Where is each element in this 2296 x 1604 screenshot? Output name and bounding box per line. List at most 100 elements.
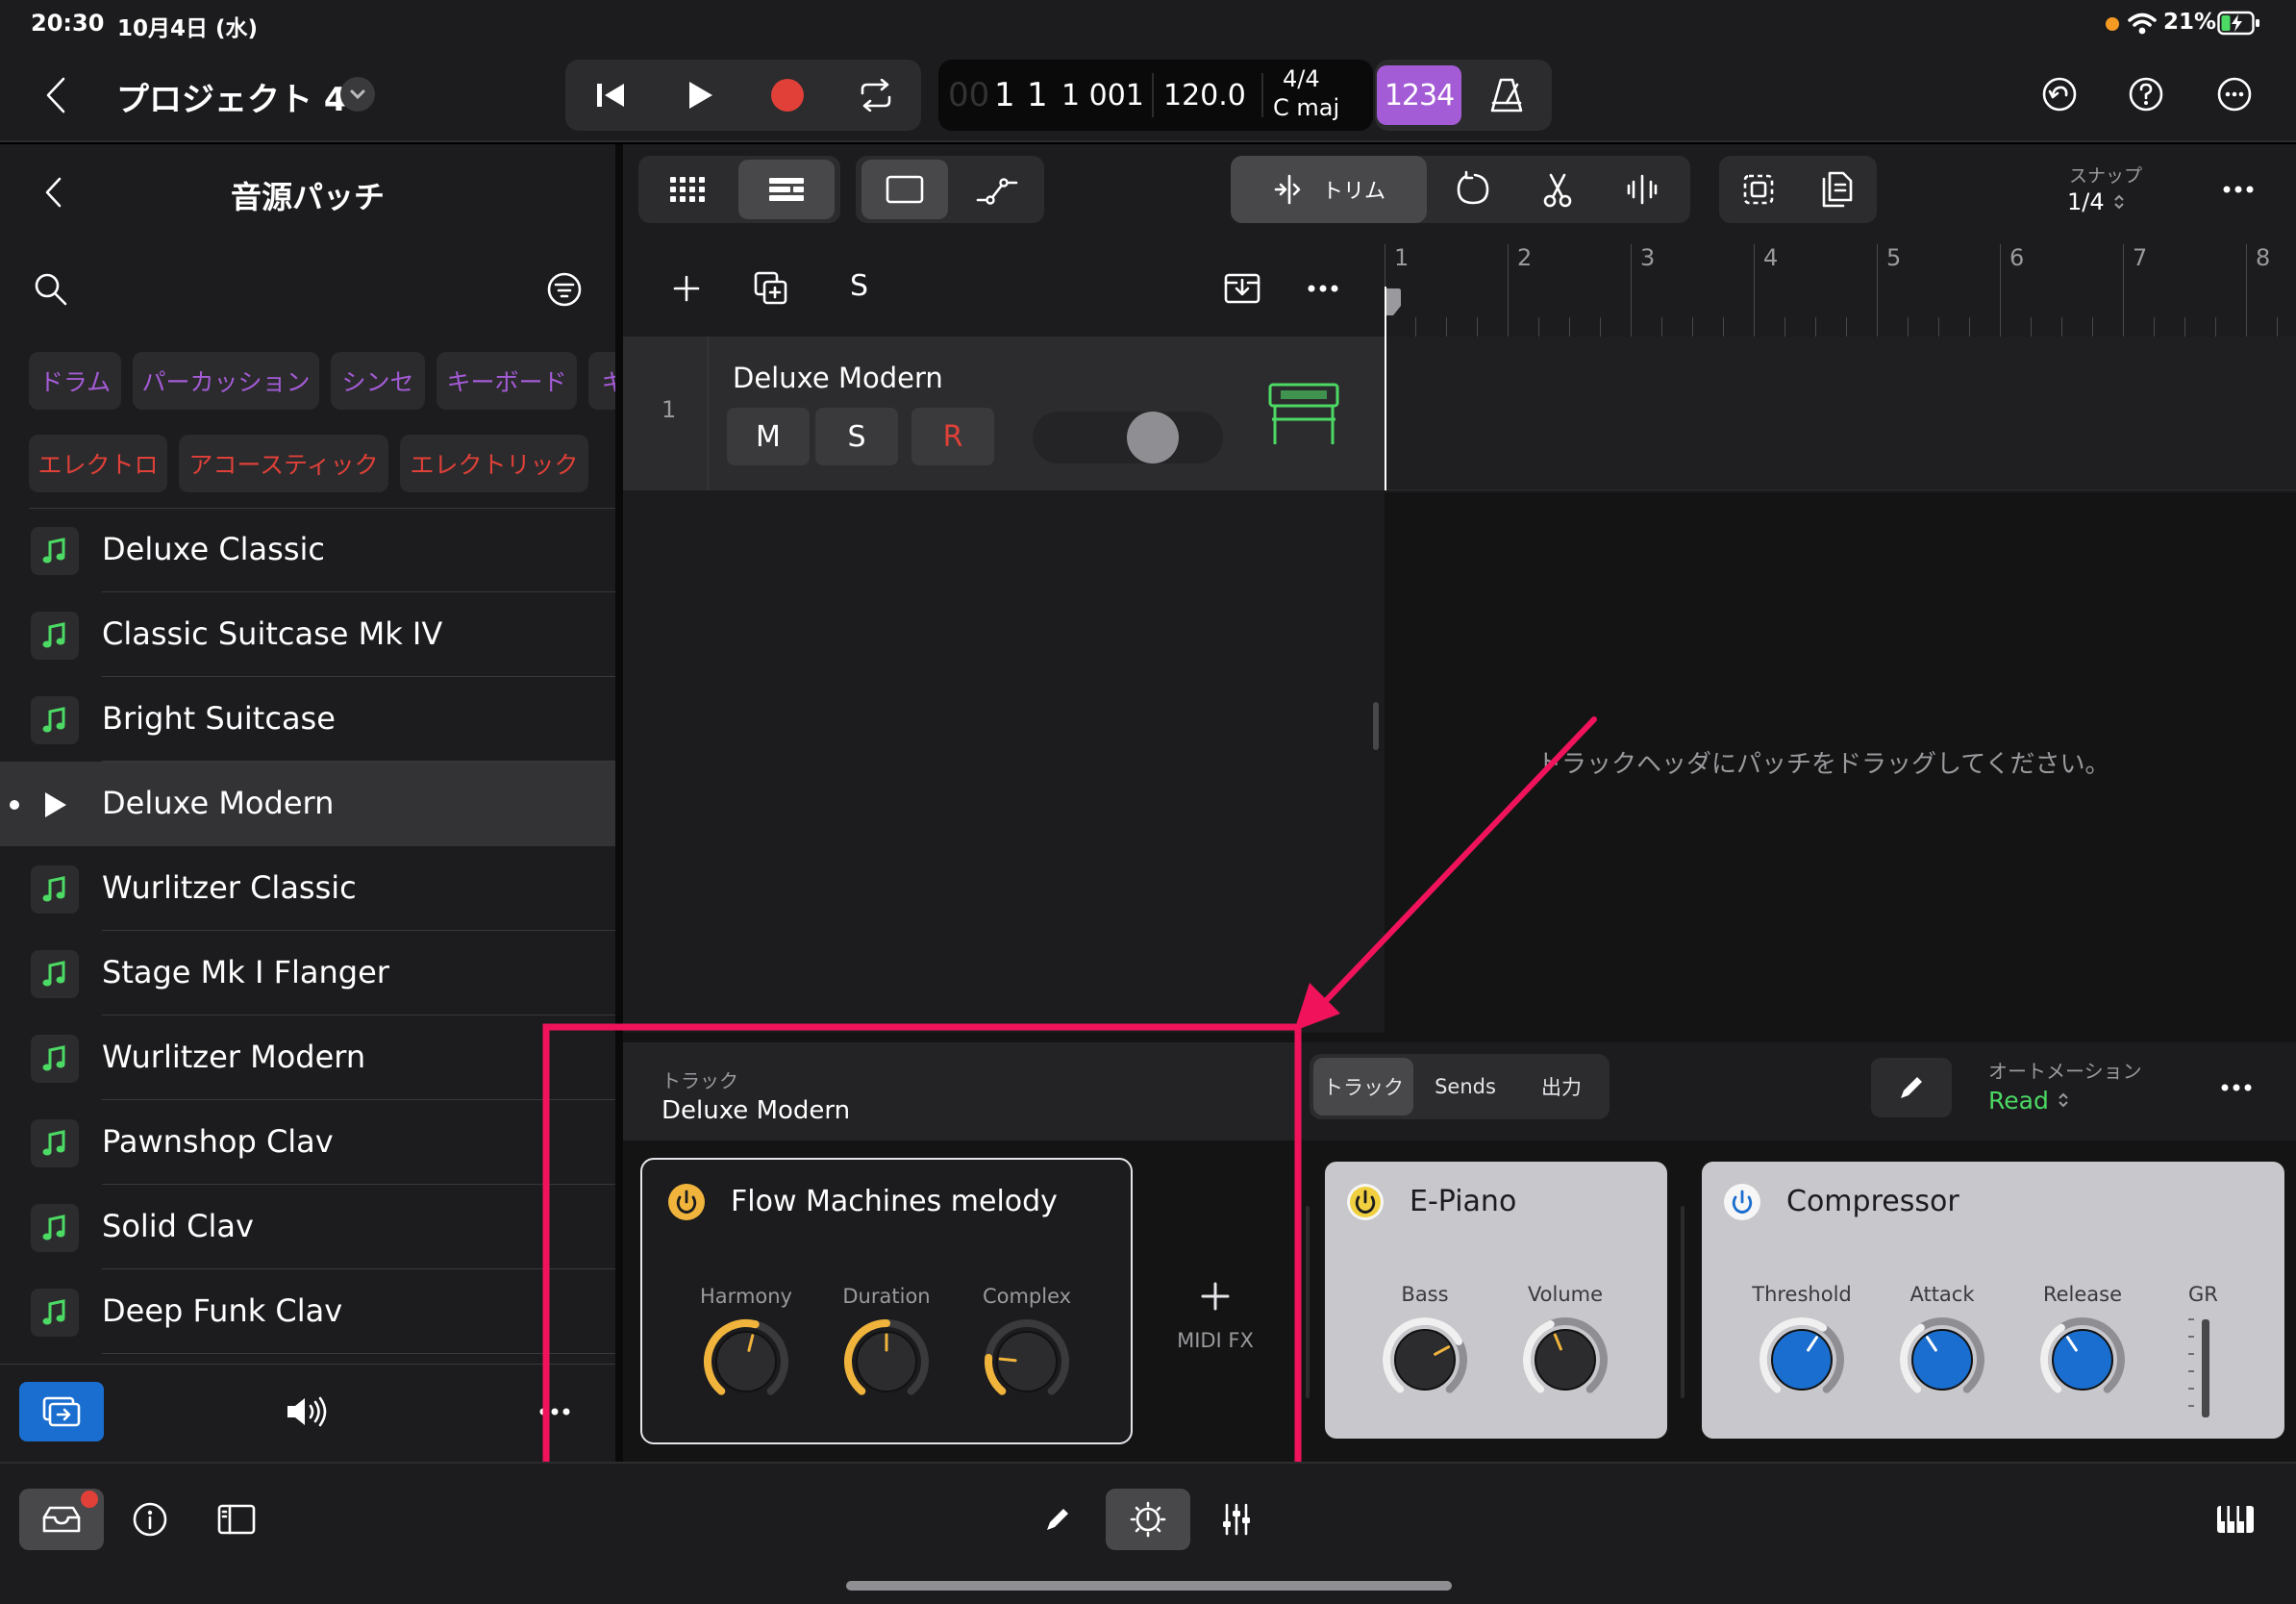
keyboard-button[interactable] [2202,1489,2269,1550]
category-chip-keyboard[interactable]: キーボード [437,352,577,410]
search-icon[interactable] [33,271,69,308]
region-select-button[interactable] [861,160,948,219]
play-preview-icon[interactable] [31,781,79,829]
ruler-beat-tick [1569,317,1570,337]
join-tool-button[interactable] [1604,160,1681,219]
category-chip-synth[interactable]: シンセ [331,352,425,410]
power-icon[interactable] [1346,1183,1385,1221]
loop-tool-button[interactable] [1435,160,1511,219]
music-note-icon [31,696,79,744]
patch-row-selected[interactable]: Deluxe Modern [0,762,615,846]
lcd-position-bar: 1 [994,76,1015,114]
import-button[interactable] [1213,260,1271,317]
replace-patch-button[interactable] [19,1382,104,1441]
record-dot-icon [771,79,804,112]
threshold-knob[interactable] [1758,1316,1846,1404]
browser-toggle-button[interactable] [206,1489,267,1550]
live-loops-grid-button[interactable] [646,160,729,219]
count-in-button[interactable]: 1234 [1377,65,1461,125]
play-button[interactable] [668,63,732,127]
copy-paste-button[interactable] [1804,160,1871,219]
add-midi-fx-button[interactable]: MIDI FX [1161,1264,1269,1369]
record-enable-button[interactable]: R [911,408,994,465]
cycle-button[interactable] [844,63,908,127]
filter-icon[interactable] [546,271,583,308]
ruler-beat-tick [1477,317,1478,337]
track-list-scroller[interactable] [1373,702,1379,750]
flow-machines-plugin[interactable]: Flow Machines melody Harmony Duration Co… [640,1158,1133,1444]
undo-history-button[interactable] [2029,63,2090,125]
track-lane[interactable] [1385,337,2296,490]
trim-tool-button[interactable]: トリム [1231,156,1427,223]
solo-button[interactable]: S [815,408,898,465]
power-icon[interactable] [1723,1183,1761,1221]
playhead-marker-icon[interactable] [1385,287,1402,325]
harmony-knob[interactable] [702,1317,790,1406]
compressor-plugin[interactable]: Compressor Threshold Attack Release GR [1702,1162,2284,1439]
metronome-button[interactable] [1477,65,1536,125]
snap-selector[interactable]: 1/4 [2067,187,2126,217]
help-button[interactable] [2115,63,2177,125]
patch-row[interactable]: Bright Suitcase [0,677,615,762]
e-piano-plugin[interactable]: E-Piano Bass Volume [1325,1162,1667,1439]
library-back-chevron-icon[interactable] [42,175,65,210]
split-tool-button[interactable] [1519,160,1596,219]
add-track-button[interactable] [658,260,715,317]
project-menu-chevron-icon[interactable] [340,77,375,112]
select-all-button[interactable] [1725,160,1792,219]
tracks-view-button[interactable] [738,160,835,219]
preview-volume-button[interactable] [275,1382,338,1441]
mixer-button[interactable] [1206,1489,1267,1550]
category-chip-drums[interactable]: ドラム [29,352,121,410]
edit-pencil-button[interactable] [1871,1058,1952,1117]
volume-knob[interactable] [1521,1316,1610,1404]
category-chip-electro[interactable]: エレクトロ [29,435,167,492]
tab-sends[interactable]: Sends [1415,1058,1515,1115]
home-indicator[interactable] [846,1581,1452,1591]
duration-knob[interactable] [842,1317,931,1406]
patch-row[interactable]: Pawnshop Clav [0,1100,615,1185]
category-chip-acoustic[interactable]: アコースティック [179,435,388,492]
track-header[interactable]: 1 Deluxe Modern M S R [623,337,1385,490]
lcd-display[interactable]: 00 1 1 1 001 120.0 4/4 C maj [938,60,1373,131]
track-list-more-button[interactable] [1294,260,1352,317]
patch-row[interactable]: Wurlitzer Modern [0,1015,615,1100]
panel-divider[interactable] [615,144,623,1462]
category-chip-electric[interactable]: エレクトリック [400,435,588,492]
info-button[interactable] [119,1489,181,1550]
patch-row[interactable]: Deluxe Classic [0,508,615,592]
project-title[interactable]: プロジェクト 4 [116,73,347,120]
library-toggle-button[interactable] [19,1489,104,1550]
plugins-view-button[interactable] [1106,1489,1190,1550]
back-chevron-icon[interactable] [42,75,71,115]
toolbar-more-button[interactable] [2200,160,2277,219]
patch-row[interactable]: Wurlitzer Classic [0,846,615,931]
mute-button[interactable]: M [727,408,810,465]
volume-slider-thumb[interactable] [1127,412,1179,464]
volume-slider[interactable] [1033,412,1223,464]
complex-knob[interactable] [983,1317,1071,1406]
category-chip-percussion[interactable]: パーカッション [133,352,319,410]
tab-track[interactable]: トラック [1313,1058,1413,1115]
automation-button[interactable] [956,160,1038,219]
patch-row[interactable]: Deep Funk Clav [0,1269,615,1354]
tab-output[interactable]: 出力 [1515,1058,1608,1115]
record-button[interactable] [756,63,819,127]
plugins-more-button[interactable] [2198,1058,2275,1117]
patch-row[interactable]: Stage Mk I Flanger [0,931,615,1015]
category-chip-guitar[interactable]: ギ [588,352,615,410]
automation-mode-selector[interactable]: Read [1988,1085,2070,1115]
duplicate-track-button[interactable] [742,260,800,317]
patch-row[interactable]: Solid Clav [0,1185,615,1269]
power-icon[interactable] [667,1183,706,1221]
release-knob[interactable] [2038,1316,2127,1404]
more-options-button[interactable] [2204,63,2265,125]
track-number-divider [708,337,709,490]
go-to-start-button[interactable] [579,63,642,127]
bass-knob[interactable] [1381,1316,1469,1404]
editor-pencil-button[interactable] [1027,1489,1088,1550]
patch-row[interactable]: Classic Suitcase Mk IV [0,592,615,677]
global-solo-button[interactable]: S [850,269,868,303]
attack-knob[interactable] [1898,1316,1986,1404]
library-more-button[interactable] [523,1382,586,1441]
